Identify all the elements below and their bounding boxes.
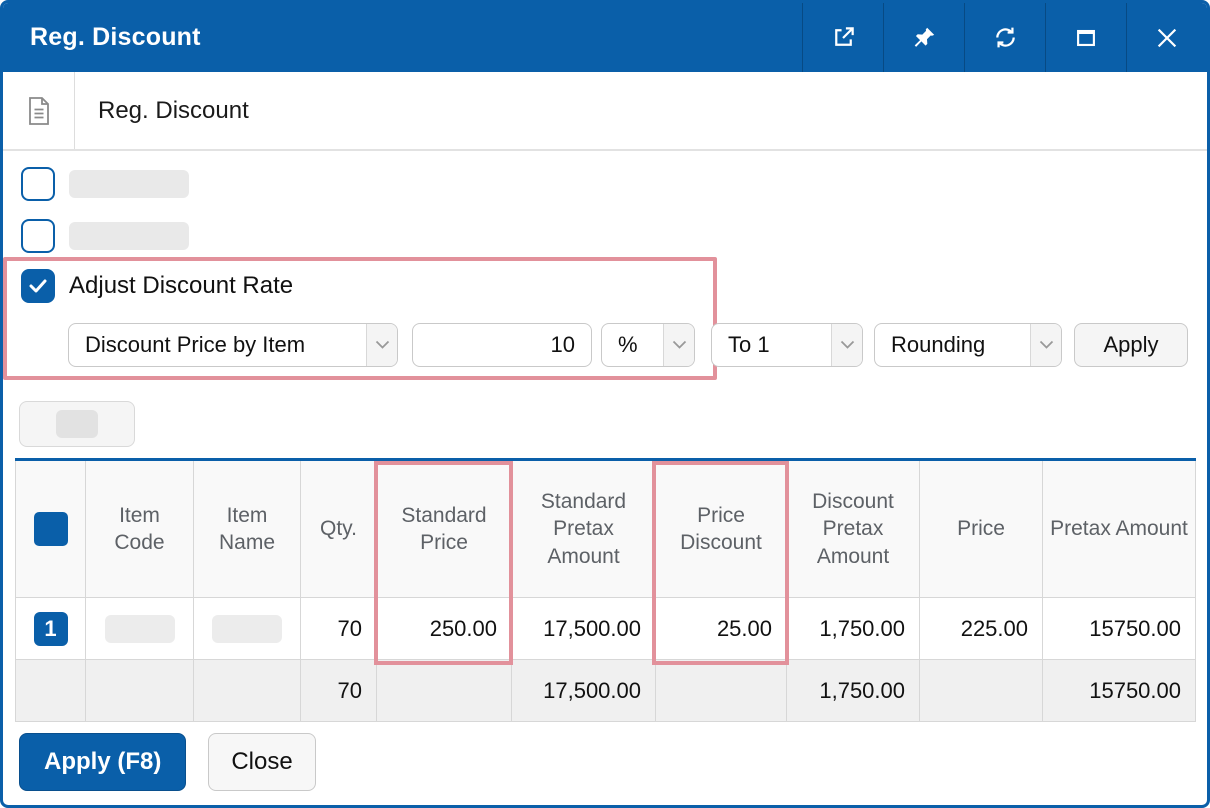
totals-qty: 70: [301, 660, 377, 722]
maximize-icon: [1073, 25, 1099, 51]
col-header-standard-pretax-amount: Standard Pretax Amount: [512, 460, 656, 598]
qty-cell[interactable]: 70: [301, 598, 377, 660]
rounding-method-select[interactable]: Rounding: [874, 323, 1062, 367]
refresh-icon: [992, 24, 1019, 51]
close-dialog-button[interactable]: Close: [208, 733, 315, 791]
dialog-footer: Apply (F8) Close: [19, 733, 1195, 791]
item-code-cell[interactable]: [86, 598, 194, 660]
chevron-down-icon: [1030, 324, 1061, 366]
price-discount-cell[interactable]: 25.00: [656, 598, 787, 660]
discount-method-select[interactable]: Discount Price by Item: [68, 323, 398, 367]
refresh-button[interactable]: [964, 3, 1045, 72]
close-icon: [1154, 25, 1180, 51]
grid-totals-row: 70 17,500.00 1,750.00 15750.00: [16, 660, 1196, 722]
pin-button[interactable]: [883, 3, 964, 72]
totals-pretax-amount: 15750.00: [1043, 660, 1196, 722]
adjust-discount-label: Adjust Discount Rate: [69, 272, 293, 300]
standard-pretax-amount-cell[interactable]: 17,500.00: [512, 598, 656, 660]
option-2-checkbox[interactable]: [21, 219, 55, 253]
grid-data-row: 1 70 250.00 17,500.00 25.00 1,750.00 225…: [16, 598, 1196, 660]
adjust-discount-row: Adjust Discount Rate: [21, 267, 293, 305]
dialog-content: Adjust Discount Rate Discount Price by I…: [3, 165, 1207, 791]
reg-discount-dialog: Reg. Discount: [0, 0, 1210, 808]
skeleton-blob: [56, 410, 98, 438]
select-all-checkbox[interactable]: [34, 512, 68, 546]
document-icon: [27, 96, 51, 126]
select-all-cell: [16, 460, 86, 598]
page-header: Reg. Discount: [3, 72, 1207, 151]
apply-f8-button[interactable]: Apply (F8): [19, 733, 186, 791]
titlebar-buttons: [802, 3, 1207, 72]
maximize-button[interactable]: [1045, 3, 1126, 72]
discount-pretax-amount-cell[interactable]: 1,750.00: [787, 598, 920, 660]
totals-discount-pretax-amount: 1,750.00: [787, 660, 920, 722]
title-bar: Reg. Discount: [3, 3, 1207, 72]
totals-standard-pretax-amount: 17,500.00: [512, 660, 656, 722]
col-header-discount-pretax-amount: Discount Pretax Amount: [787, 460, 920, 598]
col-header-price-discount: Price Discount: [656, 460, 787, 598]
totals-empty-cell: [920, 660, 1043, 722]
col-header-pretax-amount: Pretax Amount: [1043, 460, 1196, 598]
round-to-select[interactable]: To 1: [711, 323, 863, 367]
col-header-qty: Qty.: [301, 460, 377, 598]
discount-rate-input-wrap: [412, 323, 592, 367]
totals-empty-cell: [656, 660, 787, 722]
row-number-badge[interactable]: 1: [34, 612, 68, 646]
document-icon-cell: [3, 72, 75, 149]
grid-header-row: Item Code Item Name Qty. Standard Price …: [16, 460, 1196, 598]
items-grid: Item Code Item Name Qty. Standard Price …: [15, 458, 1195, 722]
item-name-skeleton: [212, 615, 282, 643]
totals-empty-cell: [377, 660, 512, 722]
chevron-down-icon: [663, 324, 694, 366]
checkmark-icon: [29, 279, 47, 293]
option-1-skeleton-label: [69, 170, 189, 198]
discount-rate-input[interactable]: [413, 324, 591, 366]
open-in-new-window-button[interactable]: [802, 3, 883, 72]
col-header-item-code: Item Code: [86, 460, 194, 598]
row-number-cell: 1: [16, 598, 86, 660]
chevron-down-icon: [366, 324, 397, 366]
page-title: Reg. Discount: [75, 72, 249, 149]
price-cell[interactable]: 225.00: [920, 598, 1043, 660]
option-row-1: [21, 165, 1195, 203]
option-2-skeleton-label: [69, 222, 189, 250]
pretax-amount-cell[interactable]: 15750.00: [1043, 598, 1196, 660]
col-header-price: Price: [920, 460, 1043, 598]
totals-empty-cell: [194, 660, 301, 722]
chevron-down-icon: [831, 324, 862, 366]
toolbar-skeleton-button[interactable]: [19, 401, 135, 447]
adjust-discount-checkbox[interactable]: [21, 269, 55, 303]
discount-unit-select[interactable]: %: [601, 323, 695, 367]
item-name-cell[interactable]: [194, 598, 301, 660]
option-row-2: [21, 217, 1195, 255]
window-title: Reg. Discount: [3, 23, 802, 52]
standard-price-cell[interactable]: 250.00: [377, 598, 512, 660]
totals-empty-cell: [86, 660, 194, 722]
item-code-skeleton: [105, 615, 175, 643]
option-1-checkbox[interactable]: [21, 167, 55, 201]
col-header-standard-price: Standard Price: [377, 460, 512, 598]
adjust-discount-section: Adjust Discount Rate Discount Price by I…: [15, 257, 1195, 380]
discount-controls-row: Discount Price by Item % To 1: [68, 323, 1188, 367]
close-button[interactable]: [1126, 3, 1207, 72]
open-in-new-window-icon: [830, 24, 857, 51]
pin-icon: [911, 25, 937, 51]
totals-empty-cell: [16, 660, 86, 722]
col-header-item-name: Item Name: [194, 460, 301, 598]
apply-rate-button[interactable]: Apply: [1074, 323, 1188, 367]
